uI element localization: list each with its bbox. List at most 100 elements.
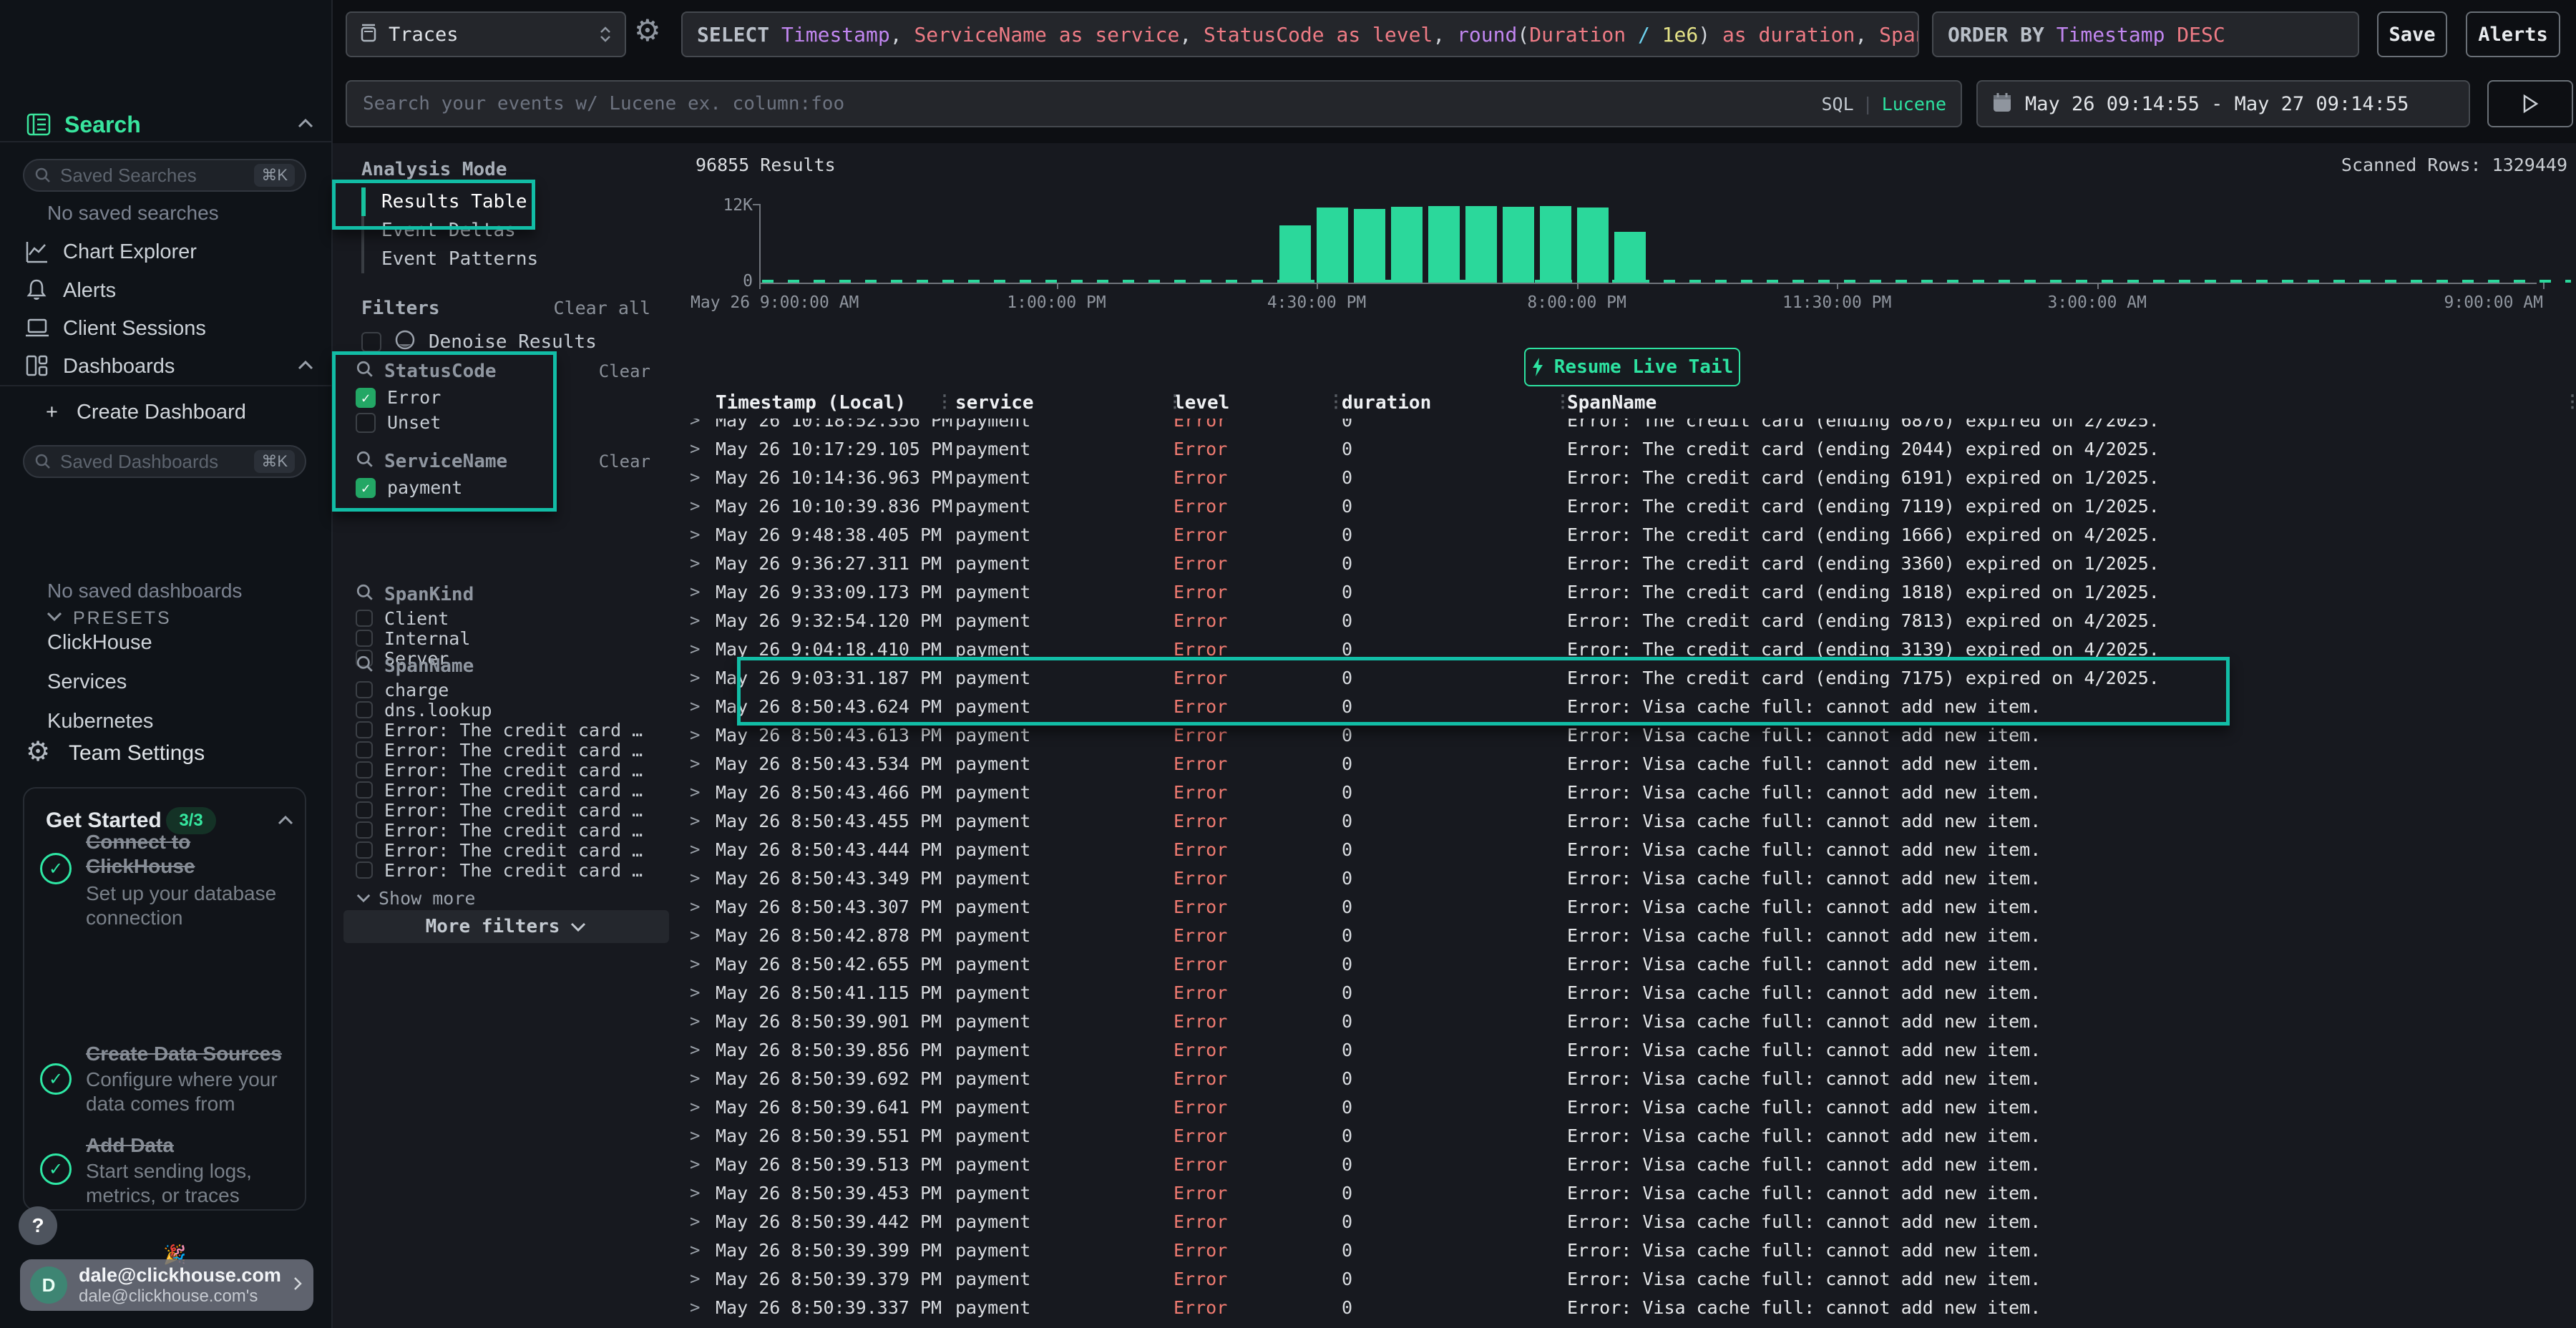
denoise-results-row[interactable]: Denoise Results <box>361 329 597 354</box>
table-row[interactable]: >May 26 8:50:39.901 PMpaymentError0Error… <box>680 1007 2576 1035</box>
sidebar-item-client-sessions[interactable]: Client Sessions <box>63 317 206 341</box>
table-row[interactable]: >May 26 8:50:39.442 PMpaymentError0Error… <box>680 1207 2576 1236</box>
row-expand-chevron[interactable]: > <box>680 811 716 831</box>
table-row[interactable]: >May 26 8:50:41.115 PMpaymentError0Error… <box>680 978 2576 1007</box>
sidebar-item-chart-explorer[interactable]: Chart Explorer <box>63 240 197 264</box>
filter-clear-button[interactable]: Clear <box>599 361 650 381</box>
table-row[interactable]: >May 26 8:50:43.444 PMpaymentError0Error… <box>680 835 2576 864</box>
row-expand-chevron[interactable]: > <box>680 925 716 945</box>
table-row[interactable]: >May 26 9:48:38.405 PMpaymentError0Error… <box>680 520 2576 549</box>
filter-checkbox[interactable]: ✓ <box>356 388 376 408</box>
row-expand-chevron[interactable]: > <box>680 868 716 888</box>
run-search-button[interactable] <box>2487 80 2573 127</box>
filter-option[interactable]: Error: The credit card … <box>356 840 650 860</box>
filter-option[interactable]: dns.lookup <box>356 700 650 720</box>
sidebar-item-preset-services[interactable]: Services <box>47 670 153 694</box>
filter-option[interactable]: ✓Error <box>356 385 650 410</box>
table-row[interactable]: >May 26 8:50:42.878 PMpaymentError0Error… <box>680 921 2576 949</box>
table-row[interactable]: >May 26 8:50:39.379 PMpaymentError0Error… <box>680 1264 2576 1293</box>
filter-checkbox[interactable] <box>356 861 373 879</box>
column-resize-handle[interactable]: ⋮ <box>1327 391 1345 411</box>
filter-option[interactable]: Internal <box>356 628 650 648</box>
filter-option[interactable]: Client <box>356 608 650 628</box>
filter-checkbox[interactable] <box>356 630 373 647</box>
filter-option[interactable]: Error: The credit card … <box>356 780 650 800</box>
row-expand-chevron[interactable]: > <box>680 419 716 430</box>
table-row[interactable]: >May 26 8:50:43.624 PMpaymentError0Error… <box>680 692 2576 721</box>
table-row[interactable]: >May 26 8:50:43.534 PMpaymentError0Error… <box>680 749 2576 778</box>
table-row[interactable]: >May 26 8:50:42.655 PMpaymentError0Error… <box>680 949 2576 978</box>
sql-orderby-input[interactable]: ORDER BY Timestamp DESC <box>1932 11 2359 57</box>
row-expand-chevron[interactable]: > <box>680 897 716 917</box>
row-expand-chevron[interactable]: > <box>680 839 716 859</box>
analysis-mode-event-deltas[interactable]: Event Deltas <box>361 216 619 245</box>
sidebar-item-preset-kubernetes[interactable]: Kubernetes <box>47 710 153 733</box>
date-range-picker[interactable]: May 26 09:14:55 - May 27 09:14:55 <box>1976 80 2470 127</box>
histogram-bar[interactable] <box>1540 206 1571 283</box>
row-expand-chevron[interactable]: > <box>680 954 716 974</box>
create-dashboard-button[interactable]: + Create Dashboard <box>46 401 246 424</box>
lucene-toggle[interactable]: Lucene <box>1882 94 1946 114</box>
saved-dashboards-input[interactable]: Saved Dashboards ⌘K <box>23 445 306 478</box>
row-expand-chevron[interactable]: > <box>680 1211 716 1231</box>
table-row[interactable]: >May 26 10:18:52.356 PMpaymentError0Erro… <box>680 419 2576 434</box>
filter-checkbox[interactable] <box>356 781 373 799</box>
search-icon[interactable] <box>356 583 374 607</box>
row-expand-chevron[interactable]: > <box>680 639 716 659</box>
filter-option[interactable]: Error: The credit card … <box>356 800 650 820</box>
row-expand-chevron[interactable]: > <box>680 1040 716 1060</box>
column-resize-handle[interactable]: ⋮ <box>1166 391 1184 411</box>
filter-checkbox[interactable] <box>356 801 373 819</box>
table-row[interactable]: >May 26 8:50:43.307 PMpaymentError0Error… <box>680 892 2576 921</box>
col-header-level[interactable]: level <box>1174 392 1342 414</box>
table-row[interactable]: >May 26 8:50:43.466 PMpaymentError0Error… <box>680 778 2576 806</box>
table-row[interactable]: >May 26 8:50:43.349 PMpaymentError0Error… <box>680 864 2576 892</box>
analysis-mode-event-patterns[interactable]: Event Patterns <box>361 245 619 273</box>
column-resize-handle[interactable]: ⋮ <box>936 391 953 411</box>
row-expand-chevron[interactable]: > <box>680 582 716 602</box>
saved-searches-input[interactable]: Saved Searches ⌘K <box>23 159 306 192</box>
table-row[interactable]: >May 26 9:32:54.120 PMpaymentError0Error… <box>680 606 2576 635</box>
row-expand-chevron[interactable]: > <box>680 1068 716 1088</box>
row-expand-chevron[interactable]: > <box>680 1011 716 1031</box>
table-row[interactable]: >May 26 9:04:18.410 PMpaymentError0Error… <box>680 635 2576 663</box>
search-icon[interactable] <box>356 360 374 384</box>
row-expand-chevron[interactable]: > <box>680 496 716 516</box>
row-expand-chevron[interactable]: > <box>680 1183 716 1203</box>
alerts-button[interactable]: Alerts <box>2466 11 2560 57</box>
chevron-up-icon[interactable] <box>276 814 295 826</box>
row-expand-chevron[interactable]: > <box>680 467 716 487</box>
column-resize-handle[interactable]: ⋮ <box>1554 391 1571 411</box>
filter-option[interactable]: Error: The credit card … <box>356 820 650 840</box>
table-row[interactable]: >May 26 8:50:39.298 PMpaymentError0Error… <box>680 1322 2576 1328</box>
filter-option[interactable]: Error: The credit card … <box>356 760 650 780</box>
histogram-bar[interactable] <box>1279 225 1311 283</box>
more-filters-button[interactable]: More filters <box>343 910 669 943</box>
row-expand-chevron[interactable]: > <box>680 982 716 1002</box>
chevron-up-icon[interactable] <box>296 117 315 129</box>
search-icon[interactable] <box>356 450 374 474</box>
row-expand-chevron[interactable]: > <box>680 668 716 688</box>
help-button[interactable]: ? <box>19 1206 57 1245</box>
table-row[interactable]: >May 26 8:50:39.337 PMpaymentError0Error… <box>680 1293 2576 1322</box>
histogram-bar[interactable] <box>1391 207 1423 283</box>
row-expand-chevron[interactable]: > <box>680 1297 716 1317</box>
filter-clear-button[interactable]: Clear <box>599 451 650 472</box>
filter-option[interactable]: Error: The credit card … <box>356 720 650 740</box>
row-expand-chevron[interactable]: > <box>680 753 716 773</box>
save-button[interactable]: Save <box>2377 11 2447 57</box>
table-row[interactable]: >May 26 10:10:39.836 PMpaymentError0Erro… <box>680 492 2576 520</box>
presets-label[interactable]: PRESETS <box>73 608 172 629</box>
table-row[interactable]: >May 26 10:14:36.963 PMpaymentError0Erro… <box>680 463 2576 492</box>
row-expand-chevron[interactable]: > <box>680 1097 716 1117</box>
query-settings-gear-icon[interactable]: ⚙ <box>634 16 661 46</box>
show-more-button[interactable]: Show more <box>356 887 650 909</box>
table-row[interactable]: >May 26 9:33:09.173 PMpaymentError0Error… <box>680 577 2576 606</box>
resume-live-tail-button[interactable]: Resume Live Tail <box>1524 348 1740 386</box>
row-expand-chevron[interactable]: > <box>680 1240 716 1260</box>
col-header-timestamp[interactable]: Timestamp (Local) <box>716 392 955 414</box>
filter-checkbox[interactable] <box>356 761 373 778</box>
filter-checkbox[interactable] <box>356 701 373 718</box>
row-expand-chevron[interactable]: > <box>680 1126 716 1146</box>
row-expand-chevron[interactable]: > <box>680 610 716 630</box>
